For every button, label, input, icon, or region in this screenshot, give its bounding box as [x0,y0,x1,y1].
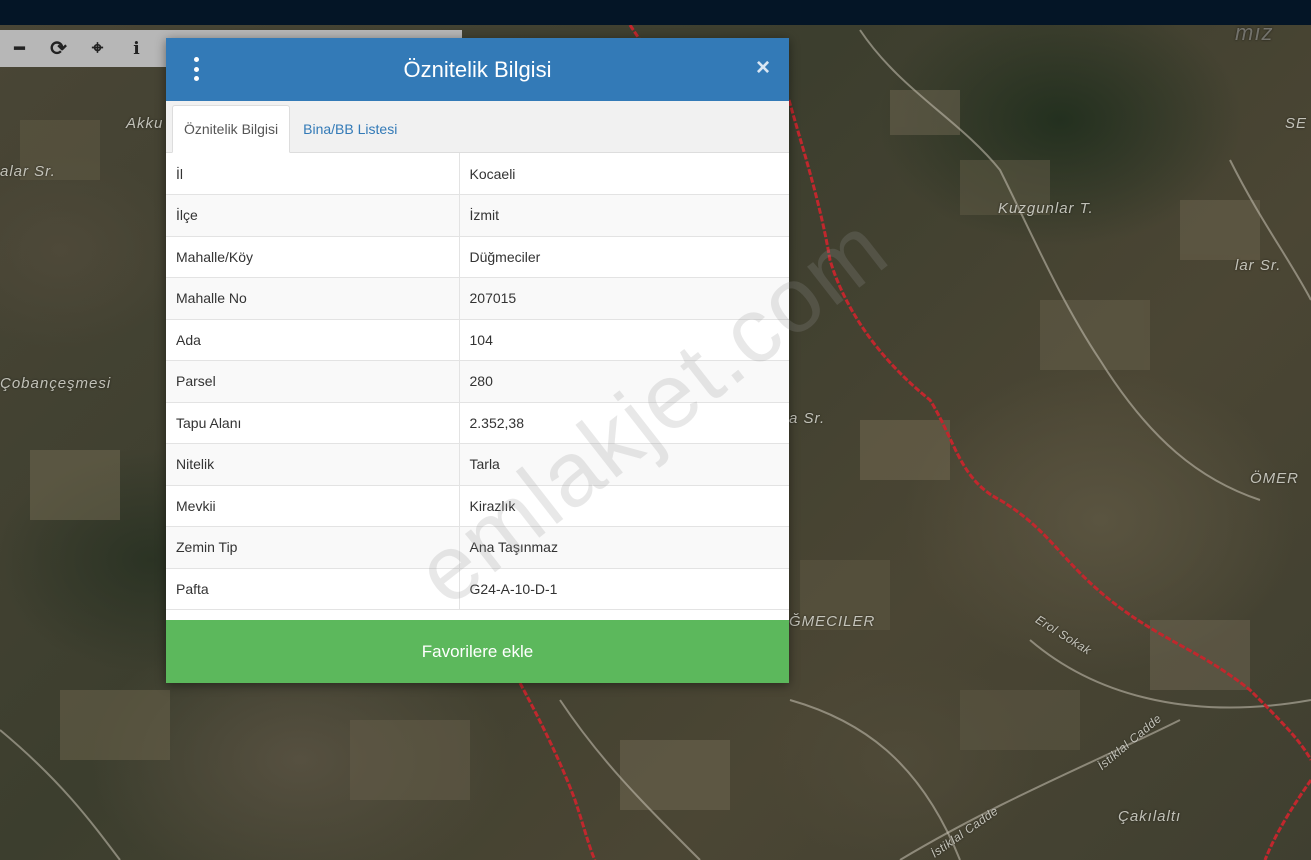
map-label: a Sr. [789,410,826,427]
attribute-value: 2.352,38 [459,402,789,444]
attribute-table: İl Kocaeli İlçe İzmit Mahalle/Köy Düğmeciler M… [166,153,789,610]
table-row: Parsel 280 [166,360,789,403]
crosshair-icon: ⌖ [91,37,104,59]
map-label: Kuzgunlar T. [998,200,1094,217]
map-label: Çobançeşmesi [0,375,112,392]
table-row: Ada 104 [166,319,789,361]
modal-title: Öznitelik Bilgisi [403,56,552,82]
attribute-key: Nitelik [166,443,460,486]
attribute-key: Mahalle No [166,277,460,320]
attribute-value: 104 [459,319,789,361]
attribute-value: Ana Taşınmaz [459,526,789,569]
table-row: Mahalle/Köy Düğmeciler [166,236,789,278]
attribute-key: Ada [166,319,460,361]
attribute-value: Düğmeciler [459,236,789,278]
add-to-favorites-button[interactable]: Favorilere ekle [166,620,789,683]
attribute-value: İzmit [459,194,789,237]
map-label: SE [1285,115,1308,132]
modal-header: Öznitelik Bilgisi × [166,38,789,101]
modal-tabs: Öznitelik Bilgisi Bina/BB Listesi [166,101,789,153]
close-icon[interactable]: × [753,56,773,80]
map-label: alar Sr. [0,163,56,180]
tab-attribute-info[interactable]: Öznitelik Bilgisi [172,105,291,153]
table-row: Nitelik Tarla [166,443,789,486]
attribute-key: Pafta [166,568,460,610]
attribute-value: Tarla [459,443,789,486]
info-icon: i [133,38,140,59]
attribute-value: G24-A-10-D-1 [459,568,789,610]
refresh-button[interactable]: ⟳ [39,30,78,67]
table-row: İlçe İzmit [166,194,789,237]
table-row: Mevkii Kirazlık [166,485,789,527]
locate-button[interactable]: ⌖ [78,30,117,67]
top-bar [0,0,1311,25]
attribute-key: Tapu Alanı [166,402,460,444]
map-label: ÖMER [1250,470,1299,487]
minus-icon: ━ [14,38,25,58]
attribute-key: İl [166,153,460,195]
map-label: ĞMECILER [789,613,876,630]
table-row: Pafta G24-A-10-D-1 [166,568,789,610]
attribute-value: 207015 [459,277,789,320]
table-row: Tapu Alanı 2.352,38 [166,402,789,444]
table-row: Zemin Tip Ana Taşınmaz [166,526,789,569]
info-button[interactable]: i [117,30,156,67]
map-label: Çakılaltı [1118,808,1182,825]
attribute-value: 280 [459,360,789,403]
map-label: Akku [126,115,164,132]
attribute-key: Parsel [166,360,460,403]
more-options-icon[interactable] [188,57,204,81]
map-label: lar Sr. [1235,257,1282,274]
refresh-icon: ⟳ [50,38,67,60]
table-row: Mahalle No 207015 [166,277,789,320]
attribute-key: İlçe [166,194,460,237]
attribute-key: Mevkii [166,485,460,527]
attribute-value: Kocaeli [459,153,789,195]
attribute-key: Zemin Tip [166,526,460,569]
zoom-out-button[interactable]: ━ [0,30,39,67]
table-row: İl Kocaeli [166,153,789,195]
attribute-info-modal: Öznitelik Bilgisi × Öznitelik Bilgisi Bi… [166,38,789,683]
attribute-value: Kirazlık [459,485,789,527]
attribute-key: Mahalle/Köy [166,236,460,278]
tab-building-list[interactable]: Bina/BB Listesi [290,106,408,152]
